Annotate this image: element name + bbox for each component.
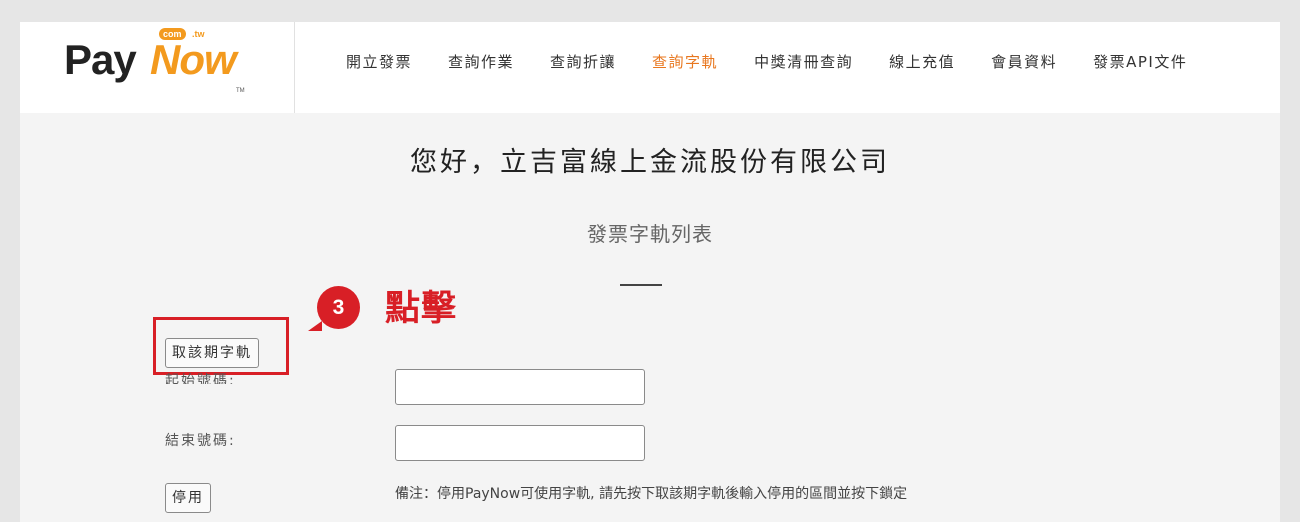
start-number-input[interactable] — [395, 369, 645, 405]
nav-item-winning-list[interactable]: 中獎清冊查詢 — [754, 51, 853, 72]
nav-item-api-docs[interactable]: 發票API文件 — [1093, 51, 1187, 72]
page-subtitle: 發票字軌列表 — [587, 222, 713, 246]
disable-button[interactable]: 停用 — [165, 483, 211, 513]
end-number-input[interactable] — [395, 425, 645, 461]
nav-item-issue-invoice[interactable]: 開立發票 — [346, 51, 412, 72]
end-number-label: 結束號碼: — [165, 433, 236, 449]
logo-trademark: TM — [236, 88, 245, 94]
logo-com-badge: com — [159, 28, 186, 40]
logo-pay-text: Pay — [64, 36, 137, 83]
start-number-label: 起始號碼: — [165, 373, 236, 384]
nav-item-member-info[interactable]: 會員資料 — [991, 51, 1057, 72]
logo[interactable]: Pay Now com .tw TM — [20, 22, 295, 113]
header: Pay Now com .tw TM 開立發票 查詢作業 查詢折讓 查詢字軌 中… — [20, 22, 1280, 113]
note-text: 備注：停用PayNow可使用字軌, 請先按下取該期字軌後輸入停用的區間並按下鎖定 — [395, 486, 908, 502]
logo-now-text: Now — [150, 36, 237, 83]
nav-item-query[interactable]: 查詢作業 — [448, 51, 514, 72]
title-divider — [620, 284, 662, 286]
callout-tail — [308, 321, 322, 331]
step-callout: 3 — [308, 279, 374, 331]
main-nav: 開立發票 查詢作業 查詢折讓 查詢字軌 中獎清冊查詢 線上充值 會員資料 發票A… — [346, 51, 1223, 72]
logo-tw-text: .tw — [192, 29, 205, 39]
highlight-box — [153, 317, 289, 375]
nav-item-online-topup[interactable]: 線上充值 — [889, 51, 955, 72]
nav-item-query-track[interactable]: 查詢字軌 — [652, 51, 718, 72]
step-instruction: 點擊 — [385, 289, 458, 329]
greeting-heading: 您好，立吉富線上金流股份有限公司 — [410, 147, 890, 178]
nav-item-query-allowance[interactable]: 查詢折讓 — [550, 51, 616, 72]
page-frame: Pay Now com .tw TM 開立發票 查詢作業 查詢折讓 查詢字軌 中… — [20, 22, 1280, 522]
step-number-badge: 3 — [317, 286, 360, 329]
